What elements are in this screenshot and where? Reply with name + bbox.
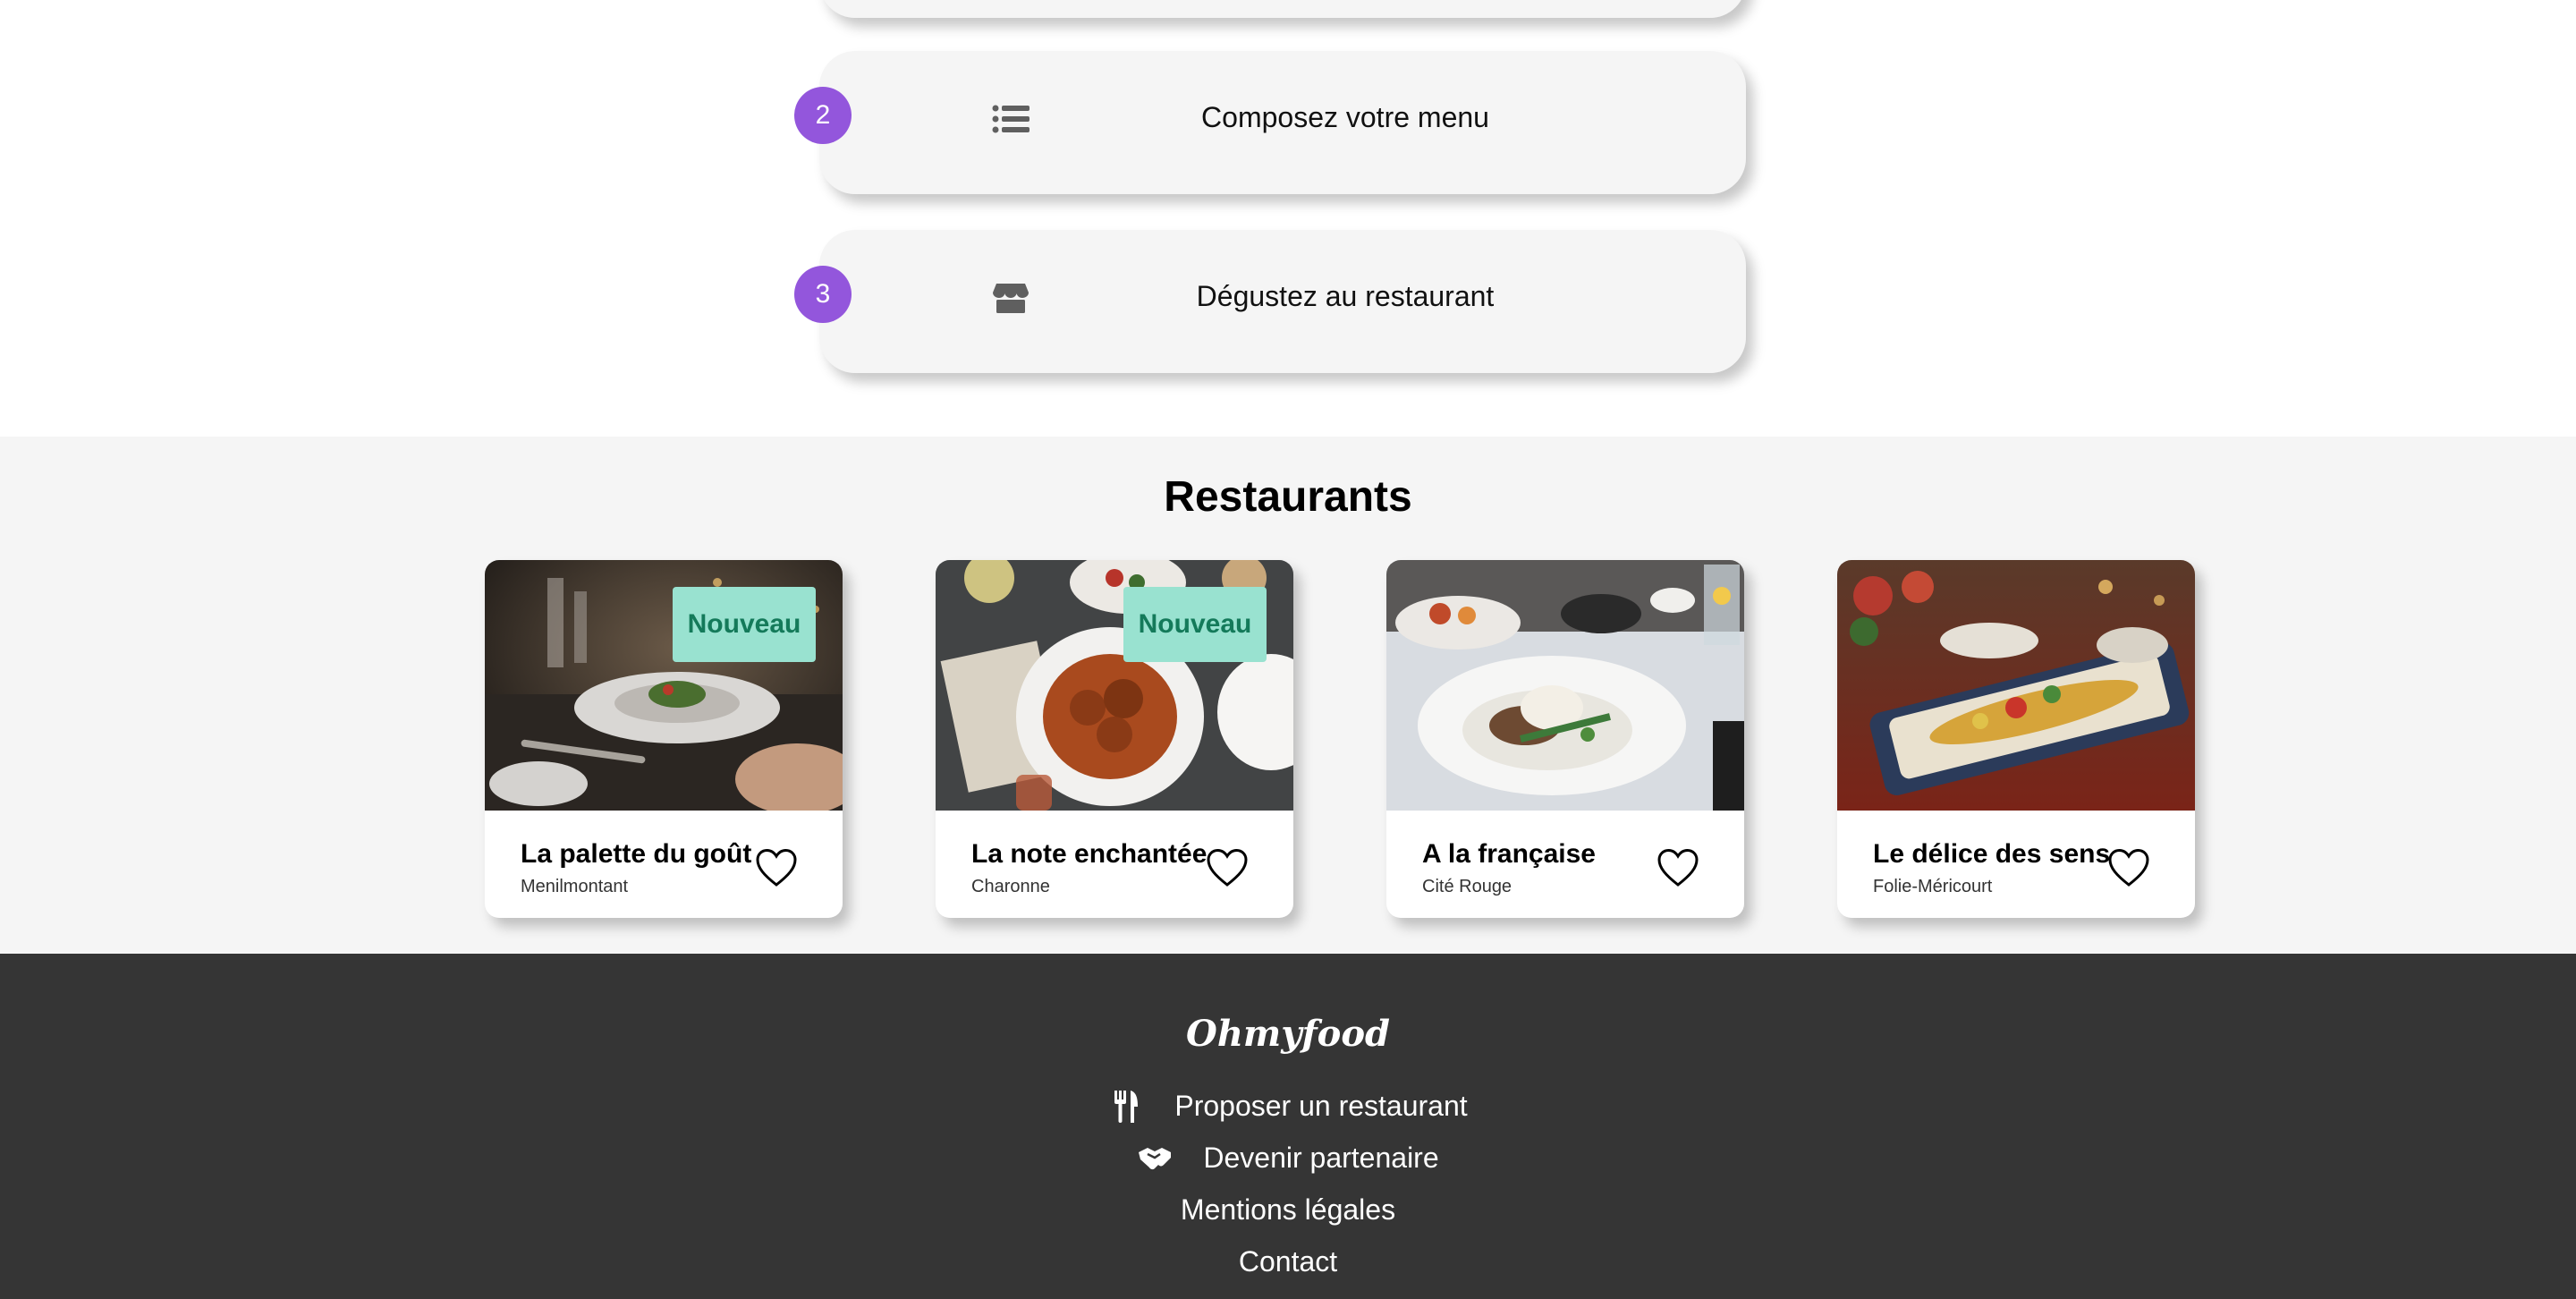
restaurant-photo: Nouveau: [485, 560, 843, 811]
restaurant-name: Le délice des sens: [1873, 839, 2111, 869]
section-title: Restaurants: [1164, 473, 1412, 521]
footer-link-propose-restaurant[interactable]: Proposer un restaurant: [0, 1090, 2576, 1123]
step-card-1: [819, 0, 1746, 18]
step-label: Composez votre menu: [1201, 100, 1489, 133]
restaurant-photo: [1837, 560, 2195, 811]
new-badge: Nouveau: [1123, 587, 1267, 662]
heart-icon[interactable]: [755, 848, 798, 887]
restaurant-name: A la française: [1422, 839, 1596, 869]
step-card-3: 3 Dégustez au restaurant: [794, 230, 1746, 373]
step-number-badge: 3: [794, 266, 852, 323]
step-label: Dégustez au restaurant: [1196, 279, 1495, 312]
restaurant-location: Folie-Méricourt: [1873, 877, 1993, 896]
step-card-2: 2 Composez votre menu: [794, 51, 1746, 194]
list-icon: [991, 99, 1030, 139]
utensils-icon: [1108, 1090, 1144, 1123]
handshake-icon: [1137, 1142, 1173, 1175]
footer-link-legal[interactable]: Mentions légales: [0, 1193, 2576, 1227]
restaurant-photo: [1386, 560, 1744, 811]
restaurant-location: Cité Rouge: [1422, 877, 1513, 896]
restaurant-location: Charonne: [971, 877, 1050, 896]
heart-icon[interactable]: [2107, 848, 2150, 887]
steps-section: 2 Composez votre menu 3 Dégustez au rest…: [0, 0, 2576, 437]
restaurants-section: Restaurants Nouveau La palette du goût M…: [0, 437, 2576, 954]
restaurant-card[interactable]: Le délice des sens Folie-Méricourt: [1837, 560, 2195, 918]
heart-icon[interactable]: [1206, 848, 1249, 887]
footer-link-label: Devenir partenaire: [1203, 1142, 1439, 1174]
restaurant-name: La palette du goût: [521, 839, 752, 869]
restaurant-name: La note enchantée: [971, 839, 1208, 869]
footer: Ohmyfood Proposer un restaurant Devenir …: [0, 954, 2576, 1299]
step-number-badge: 2: [794, 87, 852, 144]
heart-icon[interactable]: [1657, 848, 1699, 887]
restaurant-card[interactable]: Nouveau La note enchantée Charonne: [936, 560, 1293, 918]
footer-link-contact[interactable]: Contact: [0, 1245, 2576, 1278]
restaurant-photo: Nouveau: [936, 560, 1293, 811]
store-icon: [991, 278, 1030, 318]
footer-link-label: Proposer un restaurant: [1174, 1090, 1468, 1122]
restaurant-card[interactable]: A la française Cité Rouge: [1386, 560, 1744, 918]
footer-logo[interactable]: Ohmyfood: [0, 1013, 2576, 1055]
new-badge: Nouveau: [673, 587, 816, 662]
footer-link-become-partner[interactable]: Devenir partenaire: [0, 1142, 2576, 1175]
restaurant-card[interactable]: Nouveau La palette du goût Menilmontant: [485, 560, 843, 918]
restaurant-location: Menilmontant: [521, 877, 629, 896]
